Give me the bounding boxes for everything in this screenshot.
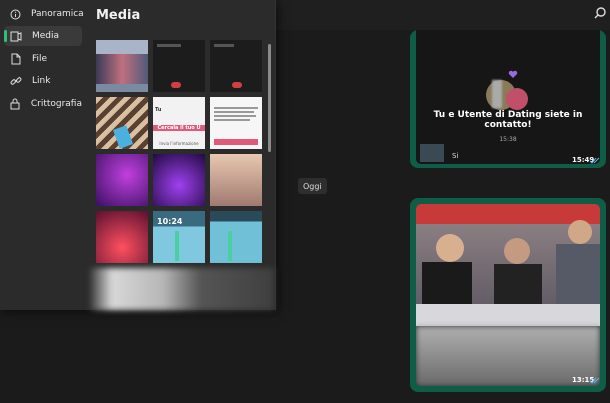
media-thumbnail[interactable] <box>96 40 148 92</box>
media-thumbnail[interactable]: 10:24 <box>153 211 205 263</box>
reply-label: Si <box>452 152 459 160</box>
media-thumbnail[interactable] <box>96 211 148 263</box>
lock-icon <box>10 98 21 110</box>
active-indicator <box>4 30 7 42</box>
message-image[interactable]: Tu e Utente di Dating siete in contatto!… <box>416 30 600 164</box>
media-thumbnail[interactable]: Tu Cercala il tuo U Invia l'informazione <box>153 97 205 149</box>
media-thumbnail[interactable] <box>210 40 262 92</box>
media-icon <box>10 30 22 42</box>
media-thumbnail[interactable] <box>210 97 262 149</box>
table <box>416 304 600 326</box>
heart-icon <box>508 70 518 78</box>
media-thumbnail[interactable] <box>210 154 262 206</box>
media-scrollbar[interactable] <box>268 44 271 152</box>
media-thumbnail[interactable] <box>153 40 205 92</box>
thumb-text: Cercala il tuo U <box>153 125 205 131</box>
media-thumbnail[interactable] <box>210 211 262 263</box>
message-bubble[interactable]: Tu e Utente di Dating siete in contatto!… <box>410 30 606 168</box>
read-ticks-icon <box>590 157 600 164</box>
thumb-text: 10:24 <box>157 217 183 226</box>
nav-item-media[interactable]: Media <box>4 26 82 46</box>
nav-label: Crittografia <box>30 99 82 109</box>
avatar <box>506 88 528 110</box>
nav-label: File <box>32 54 48 64</box>
blur-block <box>492 80 502 108</box>
person-face <box>568 220 592 244</box>
media-thumbnail[interactable] <box>96 97 148 149</box>
person-face <box>436 234 464 262</box>
nav-label: Panoramica <box>31 9 84 19</box>
date-chip: Oggi <box>298 178 327 194</box>
match-headline: Tu e Utente di Dating siete in contatto! <box>433 110 583 130</box>
media-title: Media <box>96 8 141 23</box>
media-thumbnail[interactable] <box>153 154 205 206</box>
chat-info-panel: Panoramica Media File Link Crittografia … <box>0 0 276 310</box>
file-icon <box>10 53 22 65</box>
info-icon <box>10 8 21 20</box>
thumb-text: Tu <box>155 107 162 113</box>
nav-label: Media <box>32 31 60 41</box>
link-icon <box>10 75 22 87</box>
search-icon[interactable] <box>593 6 607 20</box>
blur-block <box>90 268 274 310</box>
media-thumbnail[interactable] <box>96 154 148 206</box>
thumb-text: Invia l'informazione <box>159 141 199 146</box>
avatar <box>420 144 444 162</box>
inner-time: 15:38 <box>499 136 517 143</box>
nav-item-link[interactable]: Link <box>4 71 82 91</box>
nav-label: Link <box>32 76 51 86</box>
message-image[interactable]: 13:15 <box>416 204 600 386</box>
info-side-nav: Panoramica Media File Link Crittografia <box>0 0 86 310</box>
nav-item-crittografia[interactable]: Crittografia <box>4 94 82 114</box>
message-bubble[interactable]: 13:15 <box>410 198 606 392</box>
person-face <box>504 238 530 264</box>
nav-item-file[interactable]: File <box>4 49 82 69</box>
nav-item-panoramica[interactable]: Panoramica <box>4 4 84 24</box>
read-ticks-icon <box>590 377 600 384</box>
